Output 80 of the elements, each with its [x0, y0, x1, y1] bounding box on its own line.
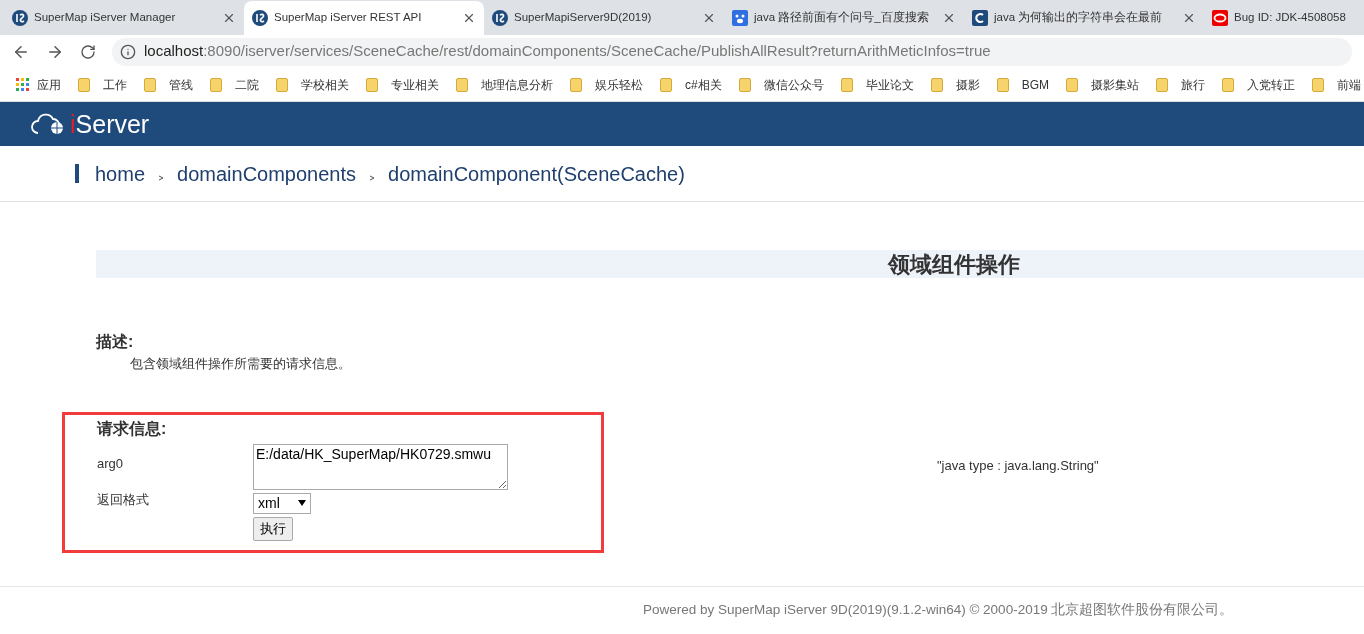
oval-logo-icon	[1212, 10, 1228, 26]
browser-tab[interactable]: java 为何输出的字符串会在最前	[964, 1, 1204, 35]
folder-icon	[660, 77, 672, 92]
bookmark-label[interactable]: 摄影集站	[1091, 75, 1140, 94]
execute-button[interactable]: 执行	[253, 516, 293, 541]
folder-icon	[996, 77, 1009, 92]
folder-icon	[366, 77, 378, 92]
paw-icon	[732, 10, 748, 26]
dropdown-arrow-icon	[298, 500, 306, 506]
folder-icon	[1066, 77, 1079, 92]
bookmark-label[interactable]: 工作	[103, 75, 127, 94]
tab-title: SuperMap iServer REST API	[274, 10, 423, 26]
field-label: 返回格式	[97, 491, 150, 509]
folder-icon	[738, 77, 751, 92]
breadcrumb-link[interactable]: domainComponent(SceneCache)	[388, 158, 685, 189]
browser-tab[interactable]: SuperMap iServer REST API	[244, 1, 484, 35]
close-icon[interactable]	[702, 11, 716, 25]
breadcrumb-link[interactable]: home	[95, 158, 146, 189]
tab-title: SuperMapiServer9D(2019)	[514, 10, 653, 26]
c-logo-icon	[972, 10, 988, 26]
folder-icon	[840, 77, 853, 92]
format-select[interactable]: xml	[253, 492, 311, 514]
bookmark-label[interactable]: 专业相关	[391, 75, 439, 94]
breadcrumb-link[interactable]: domainComponents	[177, 158, 357, 189]
folder-icon	[78, 77, 90, 92]
folder-icon	[456, 77, 468, 92]
tab-title: java 为何输出的字符串会在最前	[994, 10, 1164, 26]
section-heading: 描述:	[96, 332, 135, 352]
bookmark-label[interactable]: 旅行	[1181, 75, 1206, 94]
tab-title: java 路径前面有个问号_百度搜索	[754, 10, 930, 26]
bookmark-label[interactable]: 微信公众号	[763, 75, 824, 94]
bookmark-label[interactable]: 学校相关	[301, 75, 349, 94]
close-icon[interactable]	[222, 11, 236, 25]
apps-grid-icon[interactable]	[16, 78, 29, 91]
bookmark-label[interactable]: 应用	[37, 75, 61, 94]
close-icon[interactable]	[942, 11, 956, 25]
bookmark-label[interactable]: 管线	[169, 75, 193, 94]
tab-title: Bug ID: JDK-4508058	[1234, 10, 1347, 26]
browser-tab[interactable]: Bug ID: JDK-4508058	[1204, 1, 1364, 35]
close-icon[interactable]	[1182, 11, 1196, 25]
folder-icon	[210, 77, 222, 92]
arg-input-field[interactable]: E:/data/HK_SuperMap/HK0729.smwu	[253, 443, 508, 490]
type-text: "java type : java.lang.String"	[937, 456, 1099, 475]
folder-icon	[930, 77, 943, 92]
bookmark-label[interactable]: c#相关	[685, 75, 722, 94]
url-text: localhost:8090/iserver/services/SceneCache/rest/domainComponents/SceneCache/PublishAllResult?returnArithMeticInfos=true	[144, 41, 991, 62]
field-label: arg0	[97, 454, 125, 473]
bookmark-label[interactable]: 二院	[235, 75, 259, 94]
browser-tab[interactable]: SuperMap iServer Manager	[4, 1, 244, 35]
globe-logo-icon	[12, 10, 28, 26]
footer-text: Powered by SuperMap iServer 9D(2019)(9.1.2-win64) © 2000-2019 北京超图软件股份有限公司。	[643, 601, 1234, 617]
description-text: 包含领域组件操作所需要的请求信息。	[129, 355, 352, 373]
reload-icon[interactable]	[80, 43, 96, 60]
tab-title: SuperMap iServer Manager	[34, 10, 177, 26]
bookmark-label[interactable]: 地理信息分析	[481, 75, 553, 94]
info-icon	[120, 43, 136, 60]
chevron-icon	[158, 174, 165, 181]
chevron-icon	[369, 174, 376, 181]
bookmark-label[interactable]: 娱乐轻松	[595, 75, 643, 94]
bookmark-label[interactable]: 前端	[1337, 75, 1362, 94]
logo-text: iServer	[70, 111, 150, 137]
address-bar[interactable]: localhost:8090/iserver/services/SceneCache/rest/domainComponents/SceneCache/PublishAllResult?returnArithMeticInfos=true	[112, 37, 1352, 66]
bookmark-label[interactable]: 入党转正	[1247, 75, 1296, 94]
bookmark-label[interactable]: 摄影	[955, 75, 980, 94]
folder-icon	[1156, 77, 1169, 92]
folder-icon	[1312, 77, 1325, 92]
bookmark-label[interactable]: BGM	[1021, 75, 1050, 94]
browser-tab[interactable]: java 路径前面有个问号_百度搜索	[724, 1, 964, 35]
folder-icon	[276, 77, 288, 92]
close-icon[interactable]	[462, 11, 476, 25]
browser-tab[interactable]: SuperMapiServer9D(2019)	[484, 1, 724, 35]
section-heading: 请求信息:	[97, 418, 168, 439]
folder-icon	[144, 77, 156, 92]
globe-logo-icon	[252, 10, 268, 26]
page-title: 领域组件操作	[888, 250, 1020, 279]
globe-logo-icon	[492, 10, 508, 26]
cloud-globe-icon	[30, 113, 66, 135]
bookmark-label[interactable]: 毕业论文	[865, 75, 914, 94]
folder-icon	[570, 77, 582, 92]
folder-icon	[1222, 77, 1235, 92]
